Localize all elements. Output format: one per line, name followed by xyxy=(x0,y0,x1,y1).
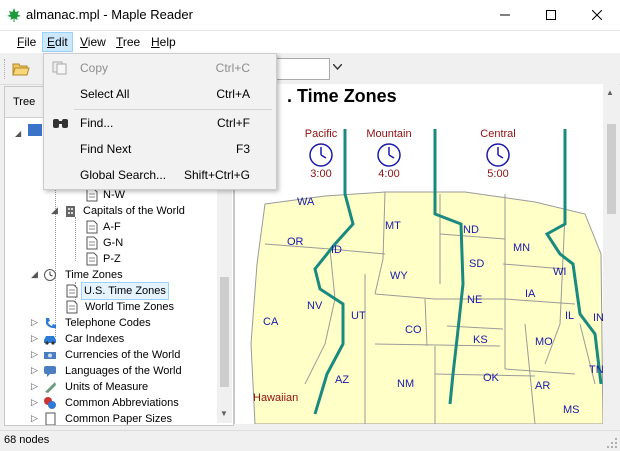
zone-time-central: 5:00 xyxy=(487,168,509,180)
state-label-il: IL xyxy=(565,310,575,322)
content-scrollbar[interactable]: ▲ xyxy=(603,84,619,424)
document-icon xyxy=(86,252,98,266)
expand-toggle[interactable]: ▷ xyxy=(31,318,40,327)
building-icon xyxy=(66,206,75,217)
search-combo-input[interactable] xyxy=(268,58,330,80)
minimize-icon xyxy=(500,14,510,16)
content-scroll-thumb[interactable] xyxy=(607,124,616,214)
document-icon xyxy=(66,284,78,298)
zone-time-mountain: 4:00 xyxy=(378,168,400,180)
car-icon xyxy=(44,336,56,345)
open-folder-icon[interactable] xyxy=(12,61,30,77)
expand-toggle[interactable]: ▷ xyxy=(31,382,40,391)
us-time-zone-map xyxy=(250,129,604,424)
resize-grip-icon[interactable] xyxy=(606,437,618,449)
state-label-wa: WA xyxy=(297,196,315,208)
window-title: almanac.mpl - Maple Reader xyxy=(26,7,193,22)
status-bar: 68 nodes xyxy=(0,430,620,451)
state-label-ne: NE xyxy=(467,294,483,306)
close-button[interactable] xyxy=(574,0,620,30)
collapse-toggle[interactable]: ◢ xyxy=(31,270,40,279)
state-label-mo: MO xyxy=(535,336,553,348)
state-label-nd: ND xyxy=(463,224,479,236)
toolbar-grip[interactable] xyxy=(4,59,7,79)
menu-item-find[interactable]: Find... Ctrl+F xyxy=(44,112,276,134)
zone-label-pacific: Pacific xyxy=(304,128,338,140)
expand-toggle[interactable]: ▷ xyxy=(31,350,40,359)
expand-toggle[interactable]: ◢ xyxy=(15,129,23,138)
edit-menu-dropdown: Copy Ctrl+C Select All Ctrl+A Find... Ct… xyxy=(43,53,277,190)
copy-icon xyxy=(52,61,67,75)
chevron-down-icon[interactable] xyxy=(333,64,342,70)
expand-toggle[interactable]: ▷ xyxy=(31,366,40,375)
status-text: 68 nodes xyxy=(4,434,50,446)
clock-icon xyxy=(44,269,56,281)
expand-toggle[interactable]: ▷ xyxy=(31,398,40,407)
menu-item-global-search[interactable]: Global Search... Shift+Ctrl+G xyxy=(44,164,276,186)
clock-icon xyxy=(377,143,401,167)
state-label-mn: MN xyxy=(513,242,531,254)
menu-file[interactable]: File xyxy=(13,33,40,51)
title-bar: almanac.mpl - Maple Reader xyxy=(0,0,620,31)
state-label-az: AZ xyxy=(335,374,350,386)
state-label-ut: UT xyxy=(351,310,366,322)
document-icon xyxy=(86,236,98,250)
close-icon xyxy=(592,10,602,20)
zone-label-hawaiian: Hawaiian xyxy=(253,392,299,404)
state-label-sd: SD xyxy=(469,258,485,270)
state-label-nm: NM xyxy=(397,378,415,390)
document-icon xyxy=(86,188,98,202)
state-label-mt: MT xyxy=(385,220,401,232)
collapse-toggle[interactable]: ◢ xyxy=(51,206,60,215)
expand-toggle[interactable]: ▷ xyxy=(31,414,40,423)
coins-icon xyxy=(44,352,56,359)
state-label-wy: WY xyxy=(390,270,408,282)
menu-edit[interactable]: Edit xyxy=(42,32,73,52)
state-label-tn: TN xyxy=(589,364,604,376)
state-label-ia: IA xyxy=(525,288,536,300)
state-label-nv: NV xyxy=(307,300,323,312)
state-label-ar: AR xyxy=(535,380,551,392)
zone-time-pacific: 3:00 xyxy=(310,168,332,180)
state-label-ks: KS xyxy=(473,334,488,346)
maple-leaf-icon xyxy=(7,8,21,22)
tree-header-label: Tree xyxy=(13,96,36,108)
speech-icon xyxy=(44,366,56,377)
page-heading: . Time Zones xyxy=(287,86,397,106)
ruler-icon xyxy=(45,382,56,393)
abbreviation-icon xyxy=(44,397,56,409)
scroll-down-arrow[interactable]: ▼ xyxy=(220,409,228,418)
state-label-ms: MS xyxy=(563,404,580,416)
zone-label-central: Central xyxy=(480,128,516,140)
document-icon xyxy=(66,300,78,314)
clock-icon xyxy=(486,143,510,167)
menu-item-copy[interactable]: Copy Ctrl+C xyxy=(44,57,276,79)
maximize-button[interactable] xyxy=(528,0,574,30)
state-label-ca: CA xyxy=(263,316,279,328)
menu-bar: File Edit View Tree Help xyxy=(0,31,620,53)
expand-toggle[interactable]: ▷ xyxy=(31,334,40,343)
minimize-button[interactable] xyxy=(482,0,528,30)
state-label-ok: OK xyxy=(483,372,499,384)
maximize-icon xyxy=(546,10,556,20)
state-label-co: CO xyxy=(405,324,422,336)
tree-scroll-thumb[interactable] xyxy=(220,277,229,387)
paper-icon xyxy=(45,412,56,425)
menu-help[interactable]: Help xyxy=(147,33,180,51)
document-icon xyxy=(86,220,98,234)
menu-tree[interactable]: Tree xyxy=(112,33,144,51)
state-label-or: OR xyxy=(287,236,304,248)
telephone-icon xyxy=(46,318,56,329)
clock-icon xyxy=(309,143,333,167)
content-pane: . Time Zones Pacific 3:00 Mountain 4:00 … xyxy=(234,84,619,424)
state-label-wi: WI xyxy=(553,266,567,278)
state-label-id: ID xyxy=(331,244,342,256)
menu-item-select-all[interactable]: Select All Ctrl+A xyxy=(44,83,276,105)
zone-label-mountain: Mountain xyxy=(366,128,412,140)
menu-view[interactable]: View xyxy=(76,33,110,51)
menu-item-find-next[interactable]: Find Next F3 xyxy=(44,138,276,160)
scroll-up-arrow[interactable]: ▲ xyxy=(606,88,614,97)
binoculars-icon xyxy=(53,119,68,128)
book-icon xyxy=(28,124,42,136)
